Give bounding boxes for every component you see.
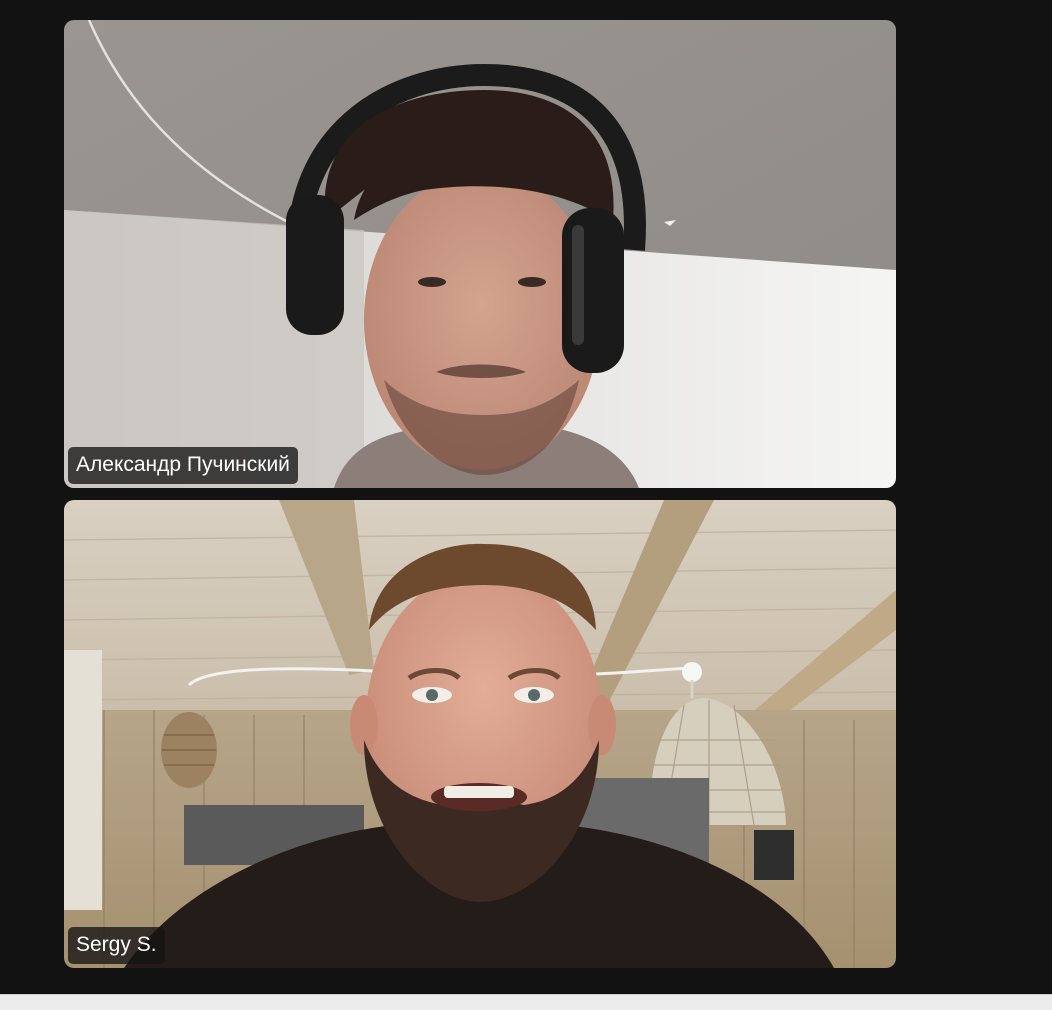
participant-tile[interactable]: Александр Пучинский bbox=[64, 20, 896, 488]
participant-name-label: Sergy S. bbox=[68, 927, 165, 964]
participant-video bbox=[64, 20, 896, 488]
participant-video bbox=[64, 500, 896, 968]
participant-name-label: Александр Пучинский bbox=[68, 447, 298, 484]
video-grid: Александр Пучинский Sergy S. bbox=[0, 0, 1052, 994]
participant-tile[interactable]: Sergy S. bbox=[64, 500, 896, 968]
bottom-toolbar bbox=[0, 994, 1052, 1010]
